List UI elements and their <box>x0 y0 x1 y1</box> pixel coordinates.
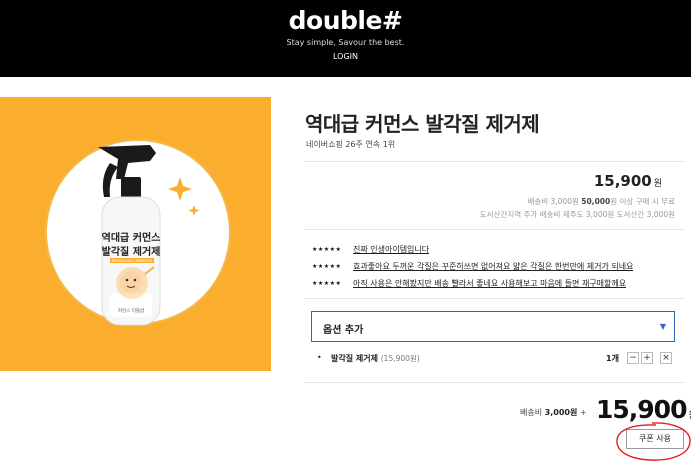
quantity-value: 1개 <box>606 354 619 363</box>
summary-shipping: 배송비 3,000원 + <box>520 408 587 417</box>
quantity-minus-button[interactable]: − <box>627 352 639 364</box>
review-list: ★★★★★ 진짜 인생아이템입니다 ★★★★★ 효과좋아요 두꺼운 각질은 꾸준… <box>312 242 682 293</box>
divider <box>305 298 685 299</box>
option-select-label: 옵션 추가 <box>323 325 364 336</box>
remove-option-button[interactable]: × <box>660 352 672 364</box>
product-title: 역대급 커먼스 발각질 제거제 <box>305 112 540 136</box>
chevron-down-icon: ▼ <box>659 322 666 331</box>
review-link[interactable]: 아직 사용은 안해봤지만 배송 빨라서 좋네요 사용해보고 마음에 들면 재구매… <box>353 278 626 289</box>
product-illustration: 역대급 커먼스 발각질 제거제 BREAKLESS COMMONS 커먼스 더블… <box>45 139 231 326</box>
divider <box>305 229 685 230</box>
quantity-plus-button[interactable]: + <box>641 352 653 364</box>
star-rating: ★★★★★ <box>312 279 342 287</box>
site-logo[interactable]: double# <box>0 6 691 35</box>
review-item: ★★★★★ 진짜 인생아이템입니다 <box>312 242 682 256</box>
star-rating: ★★★★★ <box>312 262 342 270</box>
review-item: ★★★★★ 아직 사용은 안해봤지만 배송 빨라서 좋네요 사용해보고 마음에 … <box>312 276 682 290</box>
review-item: ★★★★★ 효과좋아요 두꺼운 각질은 꾸준히쓰면 없어져요 얇은 각질은 한번… <box>312 259 682 273</box>
bottle-brand: 커먼스 더블샵 <box>118 307 144 314</box>
product-image: 역대급 커먼스 발각질 제거제 BREAKLESS COMMONS 커먼스 더블… <box>0 97 271 371</box>
star-rating: ★★★★★ <box>312 245 342 253</box>
product-subtitle: 네이버쇼핑 26주 연속 1위 <box>306 140 396 149</box>
review-link[interactable]: 효과좋아요 두꺼운 각질은 꾸준히쓰면 없어져요 얇은 각질은 한번만에 제거가… <box>353 261 633 272</box>
review-link[interactable]: 진짜 인생아이템입니다 <box>353 244 429 255</box>
login-link[interactable]: LOGIN <box>0 52 691 61</box>
selected-option-name: 발각질 제거제 (15,900원) <box>331 354 420 363</box>
bottle-label-line1: 역대급 커먼스 <box>102 231 161 244</box>
bottle-label-line2: 발각질 제거제 <box>102 245 161 258</box>
option-select[interactable]: 옵션 추가 ▼ <box>311 311 675 342</box>
bottle-label-small: BREAKLESS COMMONS <box>112 259 153 263</box>
product-price: 15,900 원 <box>593 172 662 190</box>
selected-option-row: • 발각질 제거제 (15,900원) 1개 − + × <box>317 352 675 366</box>
shipping-extra-info: 도서산간지역 추가 배송비 제주도 3,000원 도서산간 3,000원 <box>479 210 675 219</box>
bullet-icon: • <box>317 353 322 362</box>
divider <box>305 161 685 162</box>
site-header: double# Stay simple, Savour the best. LO… <box>0 0 691 77</box>
shipping-info: 배송비 3,000원 50,000원 이상 구매 시 무료 <box>527 197 675 206</box>
divider <box>305 382 685 383</box>
annotation-circle <box>616 422 691 461</box>
site-tagline: Stay simple, Savour the best. <box>286 38 405 47</box>
selected-option-price: (15,900원) <box>380 354 420 363</box>
